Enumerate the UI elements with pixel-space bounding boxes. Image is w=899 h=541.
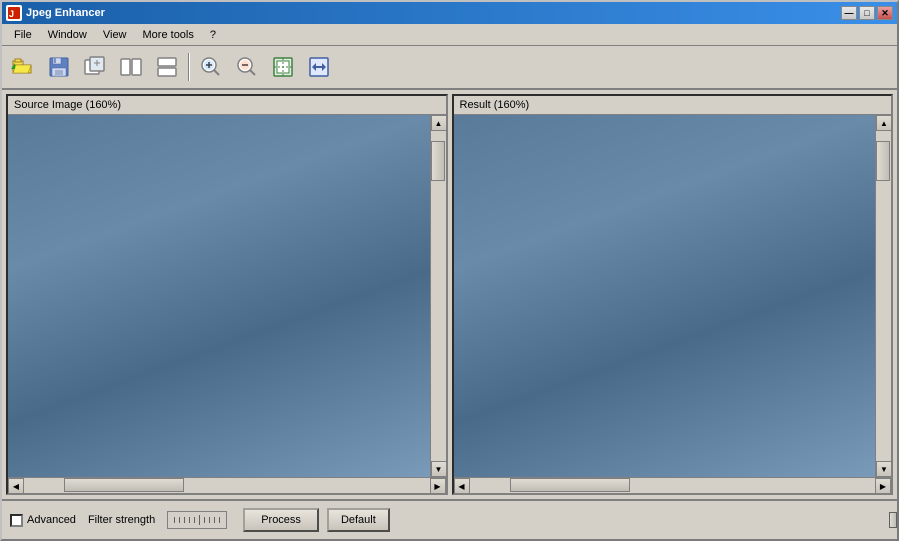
- tick-4: [189, 517, 190, 523]
- result-panel: Result (160%) ▲ ▼ ◀: [452, 94, 894, 495]
- source-scroll-right[interactable]: ▶: [430, 478, 446, 494]
- source-scroll-track-v[interactable]: [431, 131, 446, 461]
- process-button[interactable]: Process: [243, 508, 319, 532]
- source-hscroll-thumb[interactable]: [64, 478, 184, 492]
- toolbar-separator-1: [188, 53, 190, 81]
- tick-6: [199, 515, 200, 525]
- panels-container: Source Image (160%) ▲ ▼ ◀: [2, 90, 897, 499]
- actual-size-button[interactable]: [302, 50, 336, 84]
- duplicate-button[interactable]: [78, 50, 112, 84]
- advanced-checkbox-container: Advanced: [10, 514, 76, 527]
- main-content: Source Image (160%) ▲ ▼ ◀: [2, 90, 897, 539]
- open-button[interactable]: [6, 50, 40, 84]
- title-bar-buttons: — □ ✕: [841, 6, 893, 20]
- result-vscrollbar[interactable]: ▲ ▼: [875, 115, 891, 477]
- tick-9: [214, 517, 215, 523]
- main-window: J Jpeg Enhancer — □ ✕ File Window View M…: [0, 0, 899, 541]
- source-vscrollbar[interactable]: ▲ ▼: [430, 115, 446, 477]
- result-scroll-up[interactable]: ▲: [876, 115, 891, 131]
- menu-window[interactable]: Window: [40, 27, 95, 43]
- result-panel-content: ▲ ▼: [454, 115, 892, 477]
- tick-5: [194, 517, 195, 523]
- svg-text:J: J: [9, 9, 14, 19]
- source-scroll-left[interactable]: ◀: [8, 478, 24, 494]
- zoom-in-button[interactable]: [194, 50, 228, 84]
- menu-view[interactable]: View: [95, 27, 135, 43]
- close-button[interactable]: ✕: [877, 6, 893, 20]
- source-scroll-content[interactable]: [8, 115, 430, 477]
- title-bar-left: J Jpeg Enhancer: [6, 5, 105, 21]
- source-image: [8, 115, 430, 477]
- result-scroll-content[interactable]: [454, 115, 876, 477]
- toolbar: [2, 46, 897, 90]
- window-title: Jpeg Enhancer: [26, 7, 105, 19]
- app-icon: J: [6, 5, 22, 21]
- tick-7: [204, 517, 205, 523]
- filter-strength-label: Filter strength: [88, 514, 155, 526]
- maximize-button[interactable]: □: [859, 6, 875, 20]
- advanced-label: Advanced: [27, 514, 76, 526]
- fit-button[interactable]: [266, 50, 300, 84]
- tick-1: [174, 517, 175, 523]
- source-panel: Source Image (160%) ▲ ▼ ◀: [6, 94, 448, 495]
- bottom-bar: Advanced Filter strength Pro: [2, 499, 897, 539]
- advanced-checkbox[interactable]: [10, 514, 23, 527]
- menu-help[interactable]: ?: [202, 27, 224, 43]
- save-button[interactable]: [42, 50, 76, 84]
- filter-slider-handle[interactable]: [889, 512, 897, 528]
- side-by-side-button[interactable]: [114, 50, 148, 84]
- result-scroll-thumb-v[interactable]: [876, 141, 890, 181]
- tick-8: [209, 517, 210, 523]
- result-panel-title: Result (160%): [454, 96, 892, 115]
- source-scroll-down[interactable]: ▼: [431, 461, 446, 477]
- result-hscroll-track[interactable]: [470, 478, 876, 493]
- result-scroll-left[interactable]: ◀: [454, 478, 470, 494]
- tick-3: [184, 517, 185, 523]
- result-scroll-track-v[interactable]: [876, 131, 891, 461]
- source-scroll-up[interactable]: ▲: [431, 115, 446, 131]
- source-scroll-thumb-v[interactable]: [431, 141, 445, 181]
- filter-slider-ruler: [167, 511, 227, 529]
- tick-10: [219, 517, 220, 523]
- menu-bar: File Window View More tools ?: [2, 24, 897, 46]
- source-panel-content: ▲ ▼: [8, 115, 446, 477]
- result-scroll-right[interactable]: ▶: [875, 478, 891, 494]
- filter-strength-slider-container: [167, 511, 227, 529]
- result-hscroll-thumb[interactable]: [510, 478, 630, 492]
- source-hscrollbar[interactable]: ◀ ▶: [8, 477, 446, 493]
- tick-2: [179, 517, 180, 523]
- default-button[interactable]: Default: [327, 508, 390, 532]
- title-bar: J Jpeg Enhancer — □ ✕: [2, 2, 897, 24]
- menu-file[interactable]: File: [6, 27, 40, 43]
- menu-more-tools[interactable]: More tools: [135, 27, 202, 43]
- horizontal-split-button[interactable]: [150, 50, 184, 84]
- zoom-out-button[interactable]: [230, 50, 264, 84]
- result-hscrollbar[interactable]: ◀ ▶: [454, 477, 892, 493]
- result-scroll-down[interactable]: ▼: [876, 461, 891, 477]
- result-image: [454, 115, 876, 477]
- source-panel-title: Source Image (160%): [8, 96, 446, 115]
- minimize-button[interactable]: —: [841, 6, 857, 20]
- source-hscroll-track[interactable]: [24, 478, 430, 493]
